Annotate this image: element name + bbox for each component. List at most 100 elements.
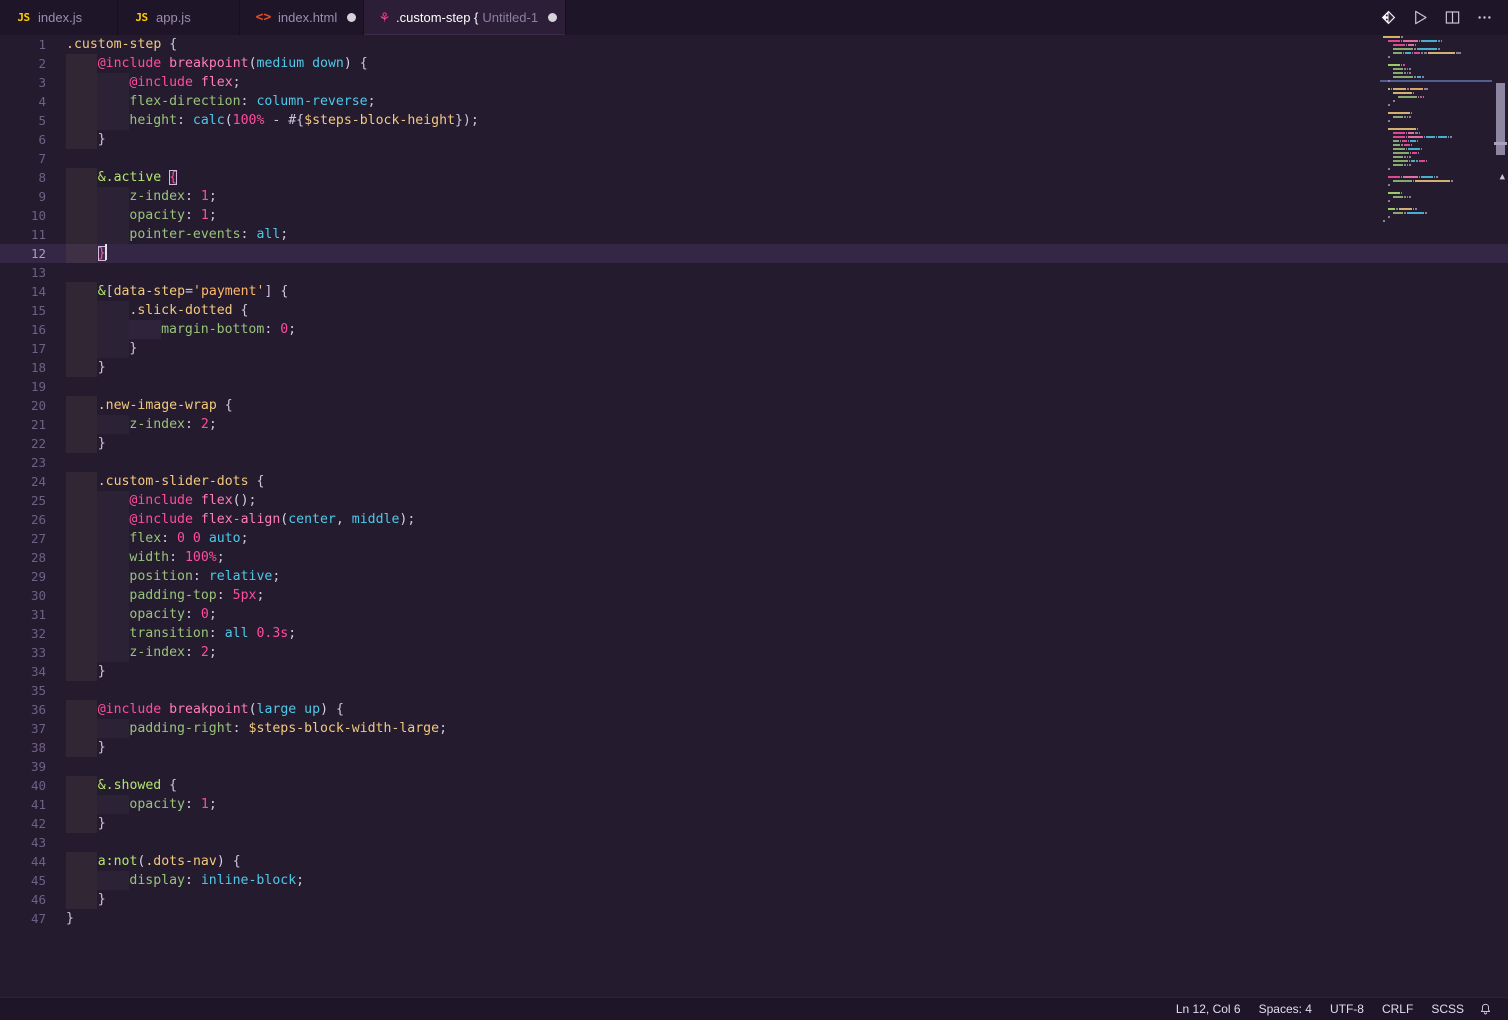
line-content[interactable]: }	[66, 434, 106, 453]
line-content[interactable]: display: inline-block;	[66, 871, 304, 890]
code-line[interactable]: 32 transition: all 0.3s;	[0, 624, 1508, 643]
tab-app-js[interactable]: JS app.js	[118, 0, 240, 35]
line-content[interactable]: .new-image-wrap {	[66, 396, 233, 415]
code-line[interactable]: 22}	[0, 434, 1508, 453]
code-line[interactable]: 12}	[0, 244, 1508, 263]
code-line[interactable]: 10 opacity: 1;	[0, 206, 1508, 225]
code-line[interactable]: 35	[0, 681, 1508, 700]
line-content[interactable]: }	[66, 909, 74, 928]
code-line[interactable]: 27 flex: 0 0 auto;	[0, 529, 1508, 548]
line-content[interactable]: }	[66, 244, 107, 263]
tab-index-html[interactable]: <> index.html	[240, 0, 364, 35]
line-content[interactable]: &[data-step='payment'] {	[66, 282, 289, 301]
tab-dirty-indicator[interactable]	[347, 13, 357, 22]
line-content[interactable]: flex-direction: column-reverse;	[66, 92, 375, 111]
minimap[interactable]	[1380, 35, 1492, 997]
line-content[interactable]: }	[66, 358, 106, 377]
line-endings[interactable]: CRLF	[1373, 998, 1422, 1020]
line-content[interactable]: opacity: 0;	[66, 605, 216, 624]
code-line[interactable]: 28 width: 100%;	[0, 548, 1508, 567]
split-editor-icon[interactable]	[1436, 0, 1468, 35]
code-line[interactable]: 15 .slick-dotted {	[0, 301, 1508, 320]
line-content[interactable]: opacity: 1;	[66, 206, 216, 225]
code-line[interactable]: 13	[0, 263, 1508, 282]
line-content[interactable]: padding-top: 5px;	[66, 586, 264, 605]
line-content[interactable]: pointer-events: all;	[66, 225, 288, 244]
tab-custom-step[interactable]: ⚘ .custom-step {Untitled-1	[364, 0, 566, 35]
line-content[interactable]: @include breakpoint(medium down) {	[66, 54, 368, 73]
line-content[interactable]: z-index: 2;	[66, 415, 216, 434]
indentation[interactable]: Spaces: 4	[1250, 998, 1321, 1020]
code-line[interactable]: 24 .custom-slider-dots {	[0, 472, 1508, 491]
code-line[interactable]: 30 padding-top: 5px;	[0, 586, 1508, 605]
line-content[interactable]: .custom-slider-dots {	[66, 472, 265, 491]
code-line[interactable]: 20 .new-image-wrap {	[0, 396, 1508, 415]
code-line[interactable]: 6}	[0, 130, 1508, 149]
language-mode[interactable]: SCSS	[1422, 998, 1473, 1020]
line-content[interactable]: }	[66, 890, 106, 909]
line-content[interactable]: @include flex;	[66, 73, 240, 92]
encoding[interactable]: UTF-8	[1321, 998, 1373, 1020]
code-line[interactable]: 19	[0, 377, 1508, 396]
code-line[interactable]: 39	[0, 757, 1508, 776]
line-content[interactable]: &.active {	[66, 168, 178, 187]
line-content[interactable]: position: relative;	[66, 567, 280, 586]
line-content[interactable]: padding-right: $steps-block-width-large;	[66, 719, 447, 738]
code-line[interactable]: 38}	[0, 738, 1508, 757]
line-content[interactable]: @include breakpoint(large up) {	[66, 700, 344, 719]
tab-dirty-indicator[interactable]	[548, 13, 558, 22]
code-line[interactable]: 1 .custom-step {	[0, 35, 1508, 54]
line-content[interactable]: width: 100%;	[66, 548, 224, 567]
code-line[interactable]: 40 &.showed {	[0, 776, 1508, 795]
code-line[interactable]: 14 &[data-step='payment'] {	[0, 282, 1508, 301]
code-line[interactable]: 26 @include flex-align(center, middle);	[0, 510, 1508, 529]
code-line[interactable]: 45 display: inline-block;	[0, 871, 1508, 890]
line-content[interactable]: }	[66, 662, 106, 681]
code-line[interactable]: 25 @include flex();	[0, 491, 1508, 510]
code-line[interactable]: 44 a:not(.dots-nav) {	[0, 852, 1508, 871]
code-lines[interactable]: 1 .custom-step {2 @include breakpoint(medi…	[0, 35, 1508, 997]
run-play-icon[interactable]	[1404, 0, 1436, 35]
line-content[interactable]: transition: all 0.3s;	[66, 624, 296, 643]
line-content[interactable]: .slick-dotted {	[66, 301, 248, 320]
code-line[interactable]: 7	[0, 149, 1508, 168]
code-line[interactable]: 46}	[0, 890, 1508, 909]
code-line[interactable]: 47}	[0, 909, 1508, 928]
code-line[interactable]: 3 @include flex;	[0, 73, 1508, 92]
line-content[interactable]: flex: 0 0 auto;	[66, 529, 248, 548]
line-content[interactable]: height: calc(100% - #{$steps-block-heigh…	[66, 111, 478, 130]
line-content[interactable]: }	[66, 814, 106, 833]
code-line[interactable]: 42}	[0, 814, 1508, 833]
more-actions-icon[interactable]	[1468, 0, 1500, 35]
code-line[interactable]: 4 flex-direction: column-reverse;	[0, 92, 1508, 111]
line-content[interactable]: &.showed {	[66, 776, 177, 795]
code-line[interactable]: 11 pointer-events: all;	[0, 225, 1508, 244]
line-content[interactable]: }	[66, 738, 106, 757]
code-line[interactable]: 16 margin-bottom: 0;	[0, 320, 1508, 339]
line-content[interactable]: }	[66, 130, 106, 149]
tab-index-js[interactable]: JS index.js	[0, 0, 118, 35]
code-line[interactable]: 37 padding-right: $steps-block-width-larg…	[0, 719, 1508, 738]
line-content[interactable]: a:not(.dots-nav) {	[66, 852, 241, 871]
line-content[interactable]: @include flex-align(center, middle);	[66, 510, 415, 529]
source-control-icon[interactable]	[1372, 0, 1404, 35]
notifications-bell-icon[interactable]	[1473, 998, 1500, 1020]
code-line[interactable]: 21 z-index: 2;	[0, 415, 1508, 434]
cursor-position[interactable]: Ln 12, Col 6	[1167, 998, 1250, 1020]
code-line[interactable]: 33 z-index: 2;	[0, 643, 1508, 662]
code-line[interactable]: 43	[0, 833, 1508, 852]
code-line[interactable]: 36 @include breakpoint(large up) {	[0, 700, 1508, 719]
line-content[interactable]: .custom-step {	[66, 35, 177, 54]
line-content[interactable]: opacity: 1;	[66, 795, 216, 814]
line-content[interactable]: z-index: 2;	[66, 643, 216, 662]
code-editor[interactable]: 1 .custom-step {2 @include breakpoint(medi…	[0, 35, 1508, 997]
code-line[interactable]: 41 opacity: 1;	[0, 795, 1508, 814]
code-line[interactable]: 23	[0, 453, 1508, 472]
line-content[interactable]: margin-bottom: 0;	[66, 320, 296, 339]
code-line[interactable]: 34}	[0, 662, 1508, 681]
code-line[interactable]: 8 &.active {	[0, 168, 1508, 187]
code-line[interactable]: 17}	[0, 339, 1508, 358]
line-content[interactable]: @include flex();	[66, 491, 256, 510]
line-content[interactable]: z-index: 1;	[66, 187, 216, 206]
code-line[interactable]: 9 z-index: 1;	[0, 187, 1508, 206]
